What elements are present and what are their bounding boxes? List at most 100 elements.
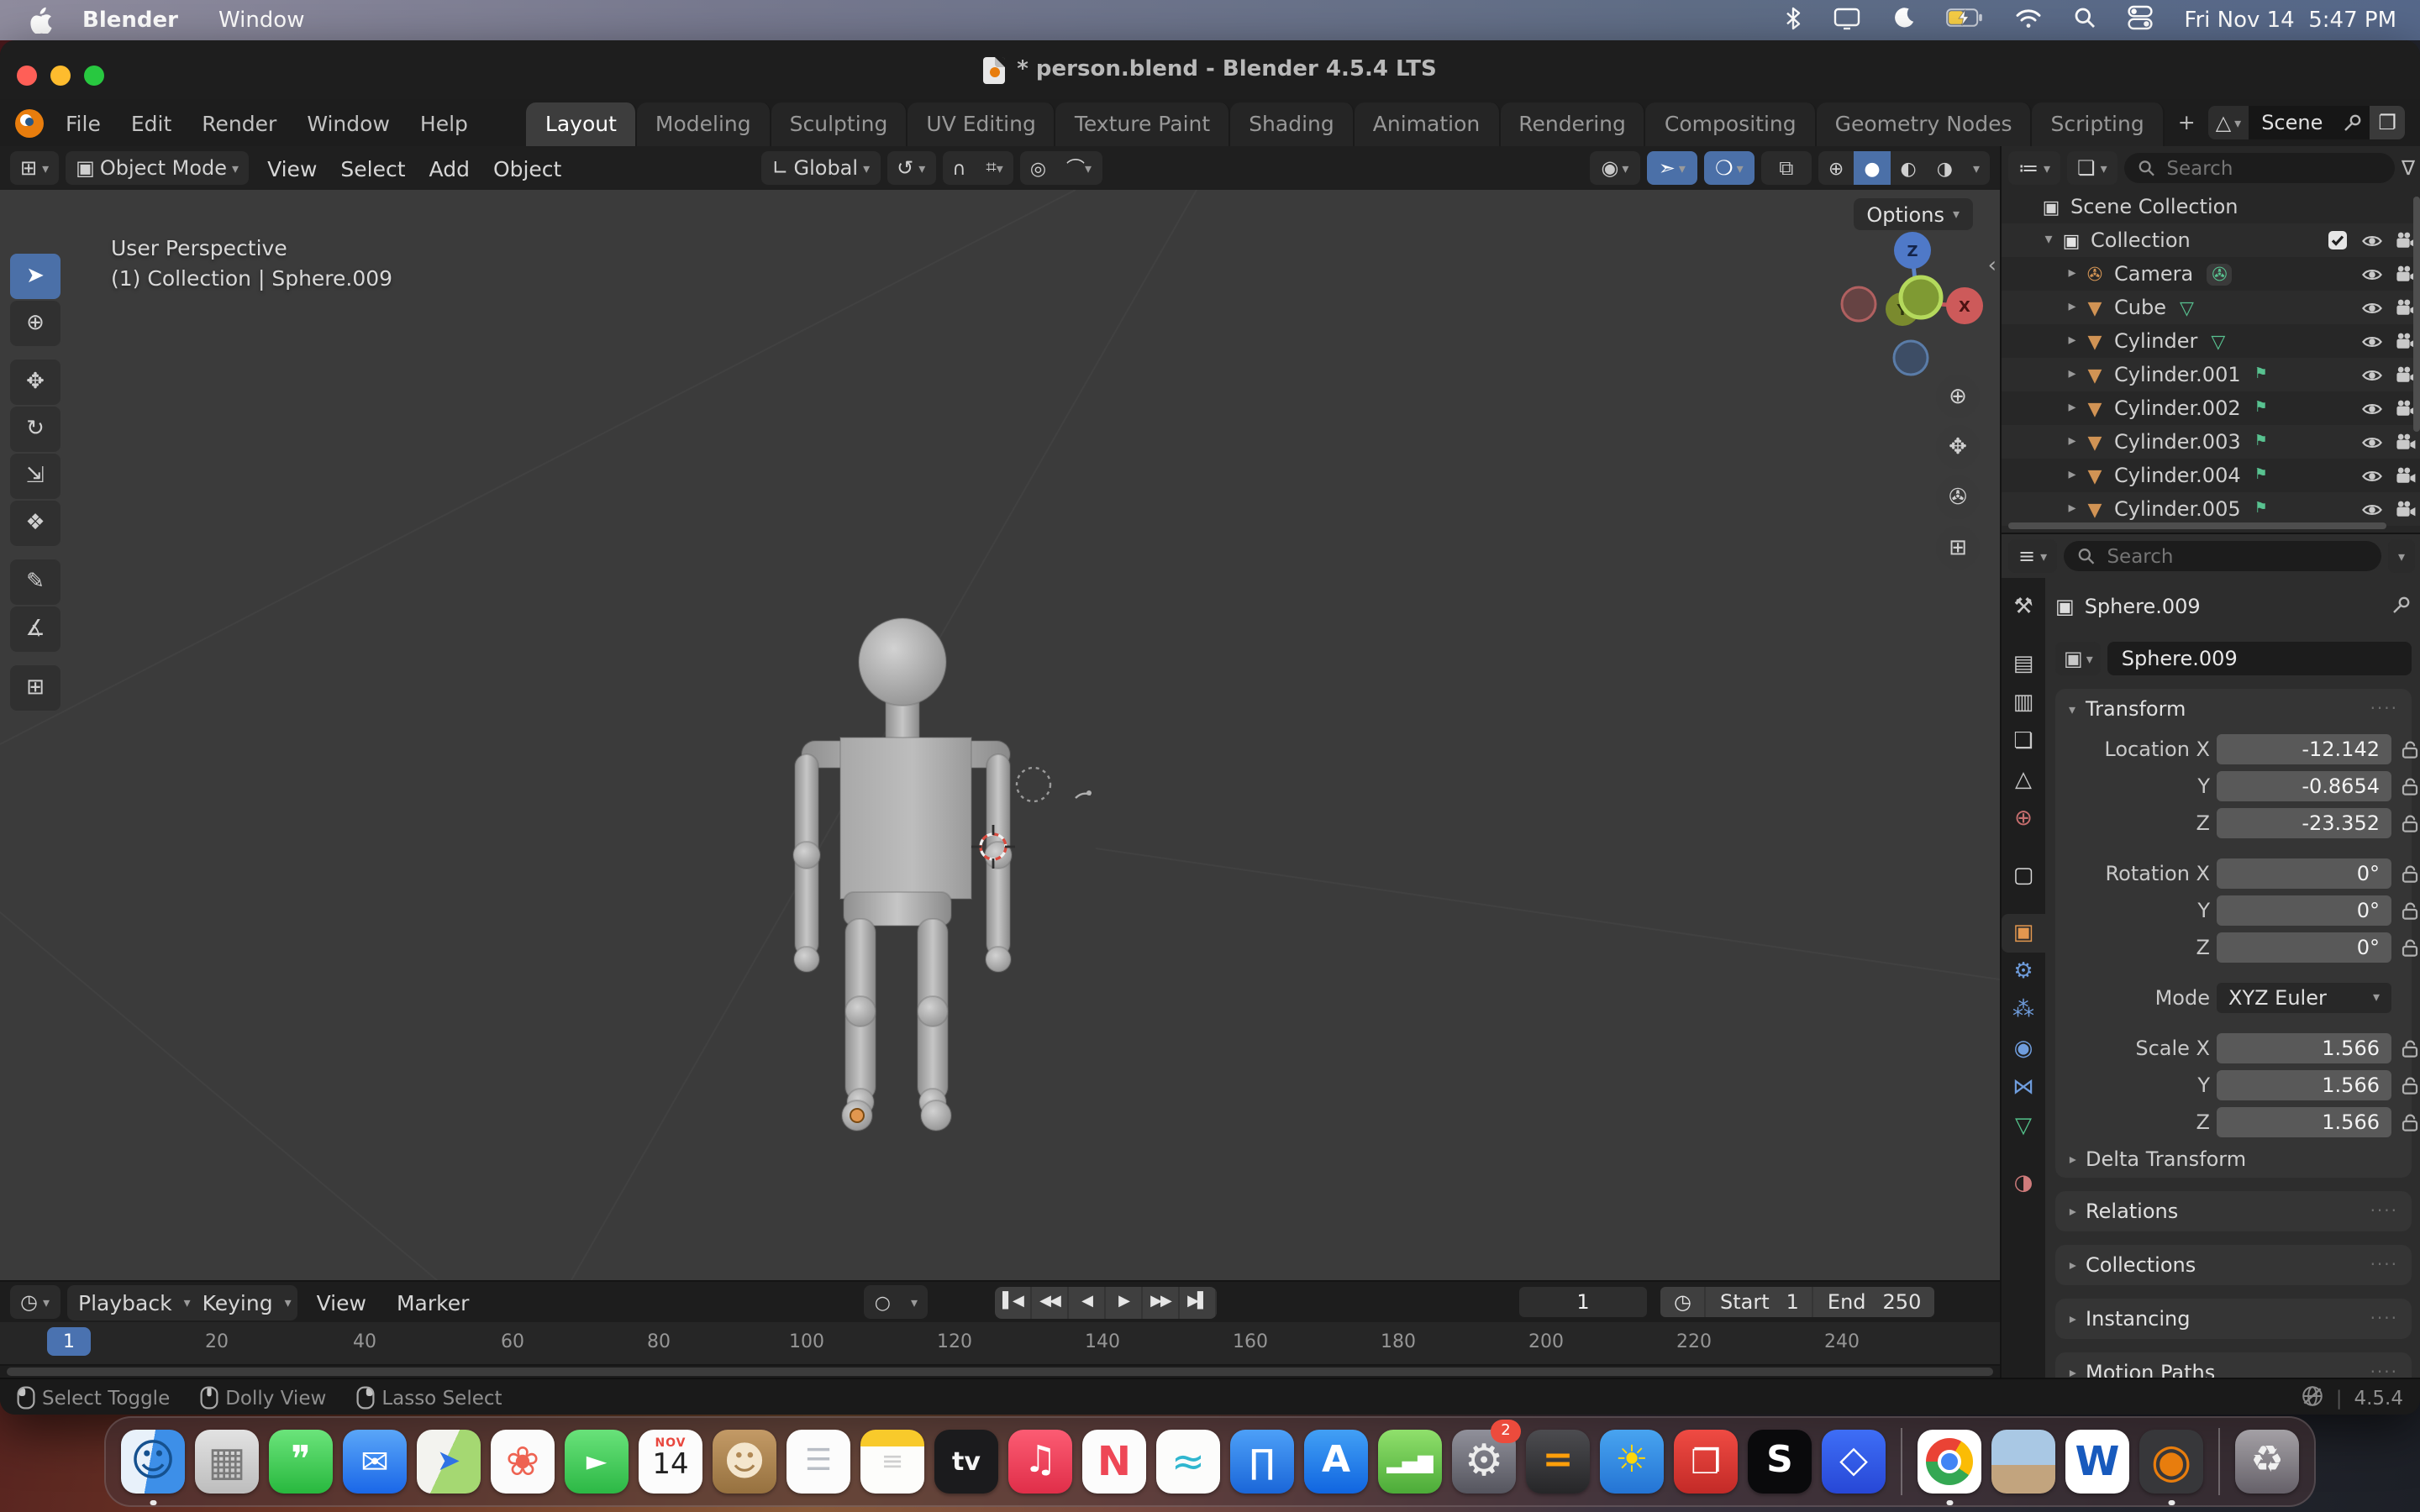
show-gizmo-toggle[interactable]: ➣▾ (1647, 151, 1697, 185)
dock-messages[interactable]: ❞ (264, 1418, 338, 1505)
shading-solid-button[interactable]: ● (1854, 151, 1890, 185)
close-window-button[interactable] (17, 66, 37, 86)
dock-numbers[interactable]: ▂▄▆ (1373, 1418, 1447, 1505)
frame-end-field[interactable]: End250 (1814, 1287, 1934, 1317)
tab-geometry-nodes[interactable]: Geometry Nodes (1817, 102, 2033, 146)
person-model[interactable] (793, 618, 1012, 1131)
dock-mail[interactable]: ✉ (338, 1418, 412, 1505)
moon-icon[interactable] (1891, 7, 1913, 34)
blender-logo-icon[interactable] (15, 108, 44, 137)
tab-rendering[interactable]: Rendering (1500, 102, 1646, 146)
tool-rotate[interactable]: ↻ (10, 407, 60, 452)
tab-tool[interactable]: ⚒ (2002, 588, 2045, 627)
tab-animation[interactable]: Animation (1355, 102, 1500, 146)
scene-name[interactable]: Scene (2248, 111, 2336, 134)
dock-blender[interactable]: ◉ (2134, 1418, 2208, 1505)
outliner-row-collection[interactable]: ▾ ▣ Collection (2002, 223, 2420, 257)
pin-scene-icon[interactable] (2336, 113, 2370, 133)
tab-render[interactable]: ▤ (2002, 645, 2045, 684)
properties-editor-type-button[interactable]: ≡▾ (2008, 539, 2057, 573)
expander-icon[interactable]: ▸ (2062, 467, 2082, 484)
orthographic-view-button[interactable]: ⊞ (1936, 526, 1980, 570)
snap-toggle[interactable]: ∩ (942, 151, 976, 185)
dock-trash[interactable]: ♻ (2230, 1418, 2304, 1505)
properties-search-input[interactable] (2103, 543, 2368, 570)
tab-scene[interactable]: △ (2002, 761, 2045, 800)
dock-photo-booth[interactable]: ❐ (1669, 1418, 1743, 1505)
timeline-editor-type-button[interactable]: ◷▾ (10, 1285, 60, 1319)
disable-in-renders-icon[interactable] (2388, 498, 2420, 520)
dock-system-settings[interactable]: 2 ⚙ (1447, 1418, 1521, 1505)
navigation-gizmo[interactable]: Y Z X (1815, 213, 2000, 398)
hide-eye-icon[interactable] (2354, 465, 2388, 486)
menu-edit[interactable]: Edit (116, 105, 187, 140)
lock-icon[interactable] (2398, 863, 2420, 883)
vp-menu-object[interactable]: Object (481, 150, 573, 186)
scene-selector[interactable]: △▾ Scene ❐ (2209, 106, 2405, 139)
next-keyframe-button[interactable]: ▶▶ (1143, 1286, 1180, 1318)
object-name[interactable]: Collection (2091, 228, 2191, 252)
show-overlays-toggle[interactable]: ❍▾ (1704, 151, 1754, 185)
outliner-row-camera[interactable]: ▸ ✇ Camera ✇ (2002, 257, 2420, 291)
tab-world[interactable]: ⊕ (2002, 800, 2045, 838)
tool-cursor[interactable]: ⊕ (10, 301, 60, 346)
dock-calendar[interactable]: NOV 14 (634, 1418, 708, 1505)
timeline-scrollbar[interactable] (7, 1368, 1993, 1376)
tab-material[interactable]: ◑ (2002, 1164, 2045, 1203)
tool-scale[interactable]: ⇲ (10, 454, 60, 499)
expander-icon[interactable]: ▸ (2062, 433, 2082, 450)
drag-grip-icon[interactable]: ···· (2370, 1202, 2398, 1221)
editor-type-button[interactable]: ⊞▾ (10, 151, 59, 185)
pin-id-icon[interactable] (2391, 594, 2412, 619)
zoom-button[interactable]: ⊕ (1936, 375, 1980, 418)
transform-value-field[interactable]: -23.352 (2217, 807, 2391, 837)
pan-button[interactable]: ✥ (1936, 425, 1980, 469)
use-preview-range-icon[interactable]: ◷ (1660, 1287, 1707, 1317)
tl-menu-playback[interactable]: Playback (66, 1284, 184, 1320)
tab-scripting[interactable]: Scripting (2033, 102, 2165, 146)
lock-icon[interactable] (2398, 775, 2420, 795)
menu-help[interactable]: Help (405, 105, 483, 140)
object-name[interactable]: Scene Collection (2070, 195, 2238, 218)
snap-settings-dropdown[interactable]: ⌗▾ (976, 151, 1013, 185)
gizmo-axis-z[interactable]: Z (1894, 232, 1931, 269)
object-name[interactable]: Cube (2114, 296, 2166, 319)
lock-icon[interactable] (2398, 937, 2420, 957)
tab-collection[interactable]: ▢ (2002, 857, 2045, 895)
transform-orientation-selector[interactable]: ∟Global▾ (761, 151, 880, 185)
auto-keying-toggle[interactable]: ○ (865, 1285, 901, 1319)
tab-modifiers[interactable]: ⚙ (2002, 953, 2045, 991)
hide-eye-icon[interactable] (2354, 297, 2388, 318)
pivot-point-selector[interactable]: ↺▾ (886, 151, 935, 185)
display-icon[interactable] (1833, 6, 1860, 34)
dock-separator-1[interactable] (1891, 1418, 1912, 1505)
tab-view-layer[interactable]: ❏ (2002, 722, 2045, 761)
object-type-visibility-dropdown[interactable]: ◉▾ (1590, 151, 1640, 185)
tl-menu-marker[interactable]: Marker (385, 1284, 481, 1320)
play-button[interactable]: ▶ (1106, 1286, 1143, 1318)
tab-modeling[interactable]: Modeling (637, 102, 771, 146)
dock-app-store[interactable]: A (1299, 1418, 1373, 1505)
proportional-falloff-dropdown[interactable]: ⌒▾ (1056, 151, 1102, 185)
dock-freeform[interactable]: ≈ (1151, 1418, 1225, 1505)
tab-object[interactable]: ▣ (2002, 914, 2045, 953)
menu-file[interactable]: File (50, 105, 116, 140)
expander-icon[interactable]: ▸ (2062, 265, 2082, 282)
tool-measure[interactable]: ∡ (10, 606, 60, 652)
expander-icon[interactable]: ▸ (2062, 400, 2082, 417)
apple-menu-icon[interactable] (30, 7, 52, 34)
auto-keying-dropdown[interactable]: ▾ (901, 1285, 928, 1319)
outliner-display-mode-button[interactable]: ❏▾ (2067, 151, 2118, 185)
object-name[interactable]: Cylinder (2114, 329, 2197, 353)
current-frame-field[interactable]: 1 (1519, 1287, 1647, 1317)
gizmo-axis-x-neg[interactable] (1842, 287, 1876, 321)
gizmo-axis-z-neg[interactable] (1894, 341, 1928, 375)
object-name[interactable]: Cylinder.003 (2114, 430, 2241, 454)
outliner-search-input[interactable] (2163, 155, 2381, 181)
shading-wireframe-button[interactable]: ⊕ (1818, 151, 1854, 185)
dock-shapr3d[interactable]: S (1743, 1418, 1817, 1505)
hide-eye-icon[interactable] (2354, 498, 2388, 520)
tab-physics[interactable]: ◉ (2002, 1030, 2045, 1068)
playhead-frame-chip[interactable]: 1 (47, 1327, 91, 1356)
shading-rendered-button[interactable]: ◑ (1927, 151, 1963, 185)
